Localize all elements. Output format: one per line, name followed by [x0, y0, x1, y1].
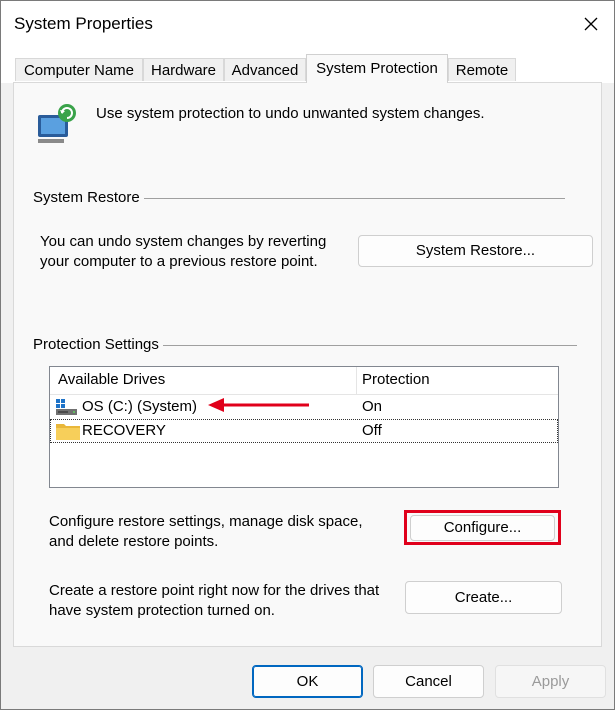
tab-advanced[interactable]: Advanced: [224, 58, 306, 81]
drives-list-header: Available Drives Protection: [50, 367, 558, 395]
tab-hardware[interactable]: Hardware: [143, 58, 224, 81]
close-button[interactable]: [568, 1, 614, 47]
create-description: Create a restore point right now for the…: [49, 581, 379, 621]
system-restore-button[interactable]: System Restore...: [358, 235, 593, 267]
protection-settings-group-title: Protection Settings: [33, 336, 163, 353]
drive-protection-status: Off: [362, 422, 382, 439]
system-drive-icon: [56, 398, 78, 416]
tab-system-protection[interactable]: System Protection: [306, 54, 448, 83]
column-separator[interactable]: [356, 367, 357, 394]
configure-desc-line1: Configure restore settings, manage disk …: [49, 513, 363, 530]
cancel-button[interactable]: Cancel: [373, 665, 484, 698]
system-restore-description: You can undo system changes by reverting…: [40, 232, 326, 272]
drives-list[interactable]: Available Drives Protection OS (C:) (Sys…: [49, 366, 559, 488]
column-header-available-drives[interactable]: Available Drives: [58, 371, 165, 388]
computer-restore-icon: [34, 101, 82, 149]
create-button[interactable]: Create...: [405, 581, 562, 614]
system-restore-desc-line1: You can undo system changes by reverting: [40, 233, 327, 250]
drive-protection-status: On: [362, 398, 383, 415]
system-protection-panel: Use system protection to undo unwanted s…: [13, 82, 602, 647]
column-header-protection[interactable]: Protection: [362, 371, 430, 388]
tab-remote[interactable]: Remote: [448, 58, 516, 81]
window-title: System Properties: [14, 14, 153, 33]
folder-icon: [56, 422, 80, 440]
drive-name: OS (C:) (System): [82, 398, 197, 415]
create-desc-line1: Create a restore point right now for the…: [49, 582, 380, 599]
annotation-arrow-icon: [208, 398, 309, 412]
close-icon: [584, 17, 598, 31]
drive-name: RECOVERY: [82, 422, 166, 439]
tab-computer-name[interactable]: Computer Name: [15, 58, 143, 81]
configure-description: Configure restore settings, manage disk …: [49, 512, 363, 552]
system-restore-desc-line2: your computer to a previous restore poin…: [40, 253, 318, 270]
drive-row-recovery[interactable]: RECOVERY Off: [50, 419, 558, 443]
system-properties-window: System Properties Computer Name Hardware…: [0, 0, 615, 710]
title-bar: System Properties: [1, 1, 614, 47]
create-desc-line2: have system protection turned on.: [49, 602, 275, 619]
dialog-footer: OK Cancel Apply: [1, 647, 614, 709]
ok-button[interactable]: OK: [252, 665, 363, 698]
tab-bar: Computer Name Hardware Advanced System P…: [1, 47, 614, 83]
system-restore-group-title: System Restore: [33, 189, 144, 206]
apply-button[interactable]: Apply: [495, 665, 606, 698]
intro-text: Use system protection to undo unwanted s…: [96, 105, 485, 122]
configure-button[interactable]: Configure...: [410, 515, 555, 541]
configure-desc-line2: and delete restore points.: [49, 533, 219, 550]
